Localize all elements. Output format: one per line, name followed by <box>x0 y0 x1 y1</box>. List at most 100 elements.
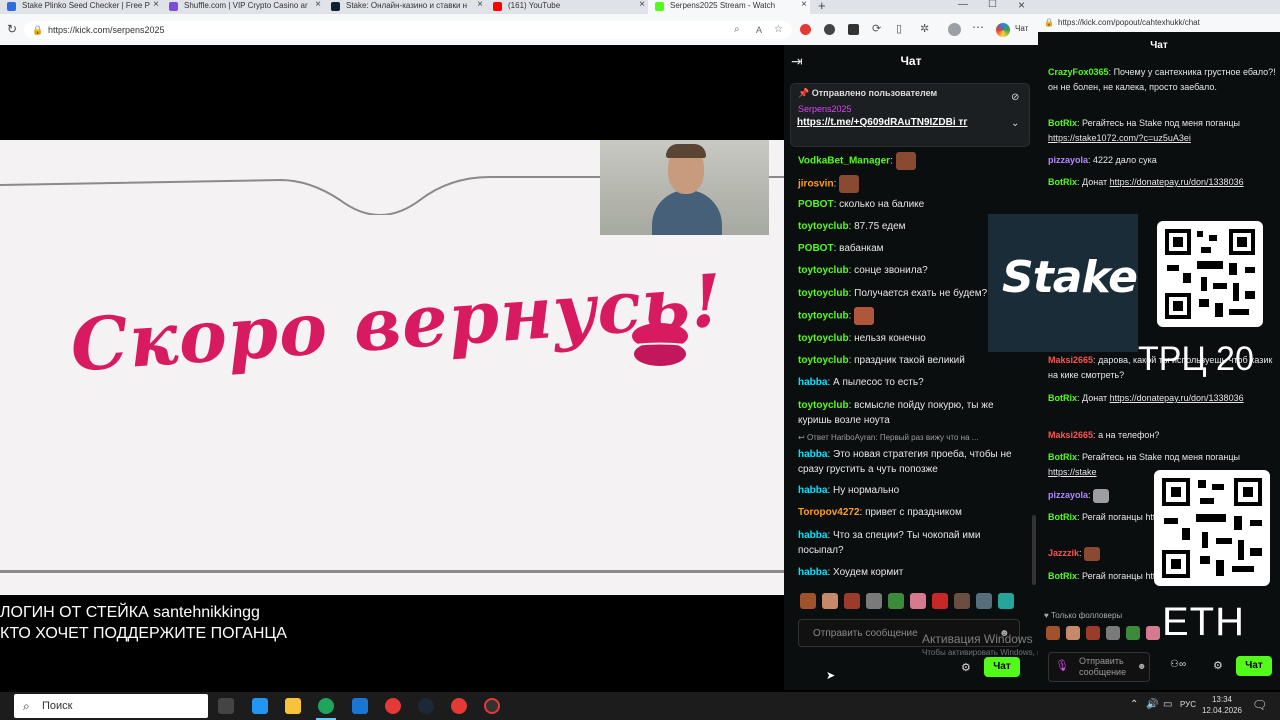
stake-favicon-icon <box>7 2 16 11</box>
emote[interactable] <box>998 593 1014 609</box>
extension-icon[interactable] <box>848 24 859 35</box>
close-icon[interactable]: × <box>315 0 321 10</box>
split-screen-icon[interactable]: ▯ <box>896 22 902 35</box>
bottom-line <box>0 570 784 573</box>
emote[interactable] <box>800 593 816 609</box>
notifications-icon[interactable]: 🗨 <box>1252 698 1267 712</box>
file-explorer-icon[interactable] <box>285 698 301 714</box>
yandex-browser-icon[interactable] <box>451 698 467 714</box>
close-icon[interactable]: × <box>801 0 807 10</box>
lock-icon: 🔒 <box>1044 18 1054 27</box>
emote[interactable] <box>1126 626 1140 640</box>
gear-icon[interactable]: ⚙ <box>961 661 971 674</box>
more-menu-icon[interactable]: ⋯ <box>972 20 984 34</box>
favorites-icon[interactable]: ✲ <box>920 22 929 35</box>
chevron-down-icon[interactable]: ⌄ <box>1011 118 1019 129</box>
tab-shuffle[interactable]: Shuffle.com | VIP Crypto Casino ar × <box>162 0 324 14</box>
yandex-icon[interactable] <box>385 698 401 714</box>
emote[interactable] <box>954 593 970 609</box>
app-icon[interactable] <box>484 698 500 714</box>
emote[interactable] <box>910 593 926 609</box>
language-indicator[interactable]: РУС <box>1180 700 1196 709</box>
users-icon[interactable]: ⚇∞ <box>1170 659 1186 670</box>
edge-browser-icon[interactable] <box>318 698 334 714</box>
popout-message-input[interactable]: 🎙 Отправить сообщение ☻ <box>1048 652 1150 682</box>
url-input[interactable]: 🔒 https://kick.com/serpens2025 ⌕ A ☆ <box>24 21 792 39</box>
emote <box>854 307 875 325</box>
tray-chevron-icon[interactable]: ⌃ <box>1130 699 1138 710</box>
emote[interactable] <box>1086 626 1100 640</box>
stream-overlay-support: КТО ХОЧЕТ ПОДДЕРЖИТЕ ПОГАНЦА <box>0 625 287 642</box>
profile-avatar[interactable] <box>948 23 961 36</box>
close-icon[interactable]: × <box>153 0 159 10</box>
chat-message: habba: Хоудем кормит <box>798 567 904 578</box>
chat-message: toytoyclub: всмысле пойду покурю, ты же … <box>798 400 994 426</box>
emoji-icon[interactable]: ☻ <box>1137 661 1146 671</box>
send-chat-button[interactable]: Чат <box>984 657 1020 677</box>
clock-date[interactable]: 12.04.2026 <box>1200 706 1244 715</box>
network-icon[interactable]: ▭ <box>1163 699 1172 710</box>
emote[interactable] <box>1046 626 1060 640</box>
tab-stake-plinko[interactable]: Stake Plinko Seed Checker | Free P × <box>0 0 162 14</box>
popout-send-button[interactable]: Чат <box>1236 656 1272 676</box>
popout-url[interactable]: 🔒 https://kick.com/popout/cahtexhukk/cha… <box>1038 14 1280 32</box>
followers-only-label: ♥ Только фолловеры <box>1044 611 1123 620</box>
hide-pinned-icon[interactable]: ⊘ <box>1011 92 1019 103</box>
chat-message: habba: А пылесос то есть? <box>798 377 924 388</box>
close-icon[interactable]: × <box>477 0 483 10</box>
emote[interactable] <box>932 593 948 609</box>
emote[interactable] <box>1106 626 1120 640</box>
tab-youtube[interactable]: (161) YouTube × <box>486 0 648 14</box>
mail-icon[interactable] <box>352 698 368 714</box>
new-tab-button[interactable]: + <box>818 0 826 13</box>
kick-favicon-icon <box>655 2 664 11</box>
taskbar-search-input[interactable]: ⌕ Поиск <box>14 694 208 718</box>
emote[interactable] <box>1066 626 1080 640</box>
copilot-icon[interactable] <box>996 23 1010 37</box>
clock-time[interactable]: 13:34 <box>1200 695 1244 704</box>
zoom-icon[interactable]: ⌕ <box>734 21 740 39</box>
emote[interactable] <box>844 593 860 609</box>
emote[interactable] <box>888 593 904 609</box>
gear-icon[interactable]: ⚙ <box>1213 659 1223 672</box>
tab-stake-casino[interactable]: Stake: Онлайн-казино и ставки н × <box>324 0 486 14</box>
kiss-lips-icon <box>632 323 688 366</box>
chat-title: Чат <box>900 54 922 68</box>
pinned-label: 📌 Отправлено пользователем <box>798 88 938 98</box>
close-icon[interactable]: × <box>639 0 645 10</box>
reply-reference[interactable]: ↩ Ответ HariboAyran: Первый раз вижу что… <box>798 432 1028 444</box>
minimize-button[interactable]: — <box>958 0 968 10</box>
emote[interactable] <box>1146 626 1160 640</box>
favorite-star-icon[interactable]: ☆ <box>774 21 783 39</box>
qr-code-icon <box>1157 221 1263 327</box>
microphone-icon: 🎙 <box>1055 660 1069 672</box>
pinned-message: 📌 Отправлено пользователем Serpens2025 h… <box>790 83 1030 147</box>
emote <box>895 152 916 170</box>
windows-taskbar: ⌕ Поиск ⌃ 🔊 ▭ РУС 13:34 12.04.2026 🗨 <box>0 692 1280 720</box>
extensions-puzzle-icon[interactable]: ⟳ <box>872 22 881 35</box>
chat-message: BotRix: Регайтесь на Stake под меня пога… <box>1048 118 1240 143</box>
lock-icon: 🔒 <box>32 25 44 35</box>
steam-icon[interactable] <box>418 698 434 714</box>
popout-title-bar <box>1038 0 1280 14</box>
pinned-link[interactable]: https://t.me/+Q609dRAuTN9IZDBi тг <box>797 117 967 128</box>
read-aloud-icon[interactable]: A <box>756 21 762 39</box>
copilot-label[interactable]: Чат <box>1015 24 1028 33</box>
extension-icon[interactable] <box>800 24 811 35</box>
close-window-button[interactable]: × <box>1018 0 1025 12</box>
emote[interactable] <box>822 593 838 609</box>
reload-icon[interactable]: ↻ <box>7 22 17 36</box>
chat-scrollbar[interactable] <box>1032 515 1036 585</box>
tab-serpens-stream[interactable]: Serpens2025 Stream - Watch × <box>648 0 810 14</box>
task-view-icon[interactable] <box>218 698 234 714</box>
store-icon[interactable] <box>252 698 268 714</box>
emote[interactable] <box>976 593 992 609</box>
chat-panel: ⇥ Чат 📌 Отправлено пользователем Serpens… <box>784 45 1164 690</box>
webcam-person-body <box>652 190 722 235</box>
stream-player[interactable]: Скоро вернусь! ЛОГИН ОТ СТЕЙКА santehnik… <box>0 45 784 690</box>
chat-message: jirosvin: <box>798 175 1028 193</box>
maximize-button[interactable]: ☐ <box>988 0 997 10</box>
extension-icon[interactable] <box>824 24 835 35</box>
emote[interactable] <box>866 593 882 609</box>
speaker-icon[interactable]: 🔊 <box>1146 699 1158 710</box>
